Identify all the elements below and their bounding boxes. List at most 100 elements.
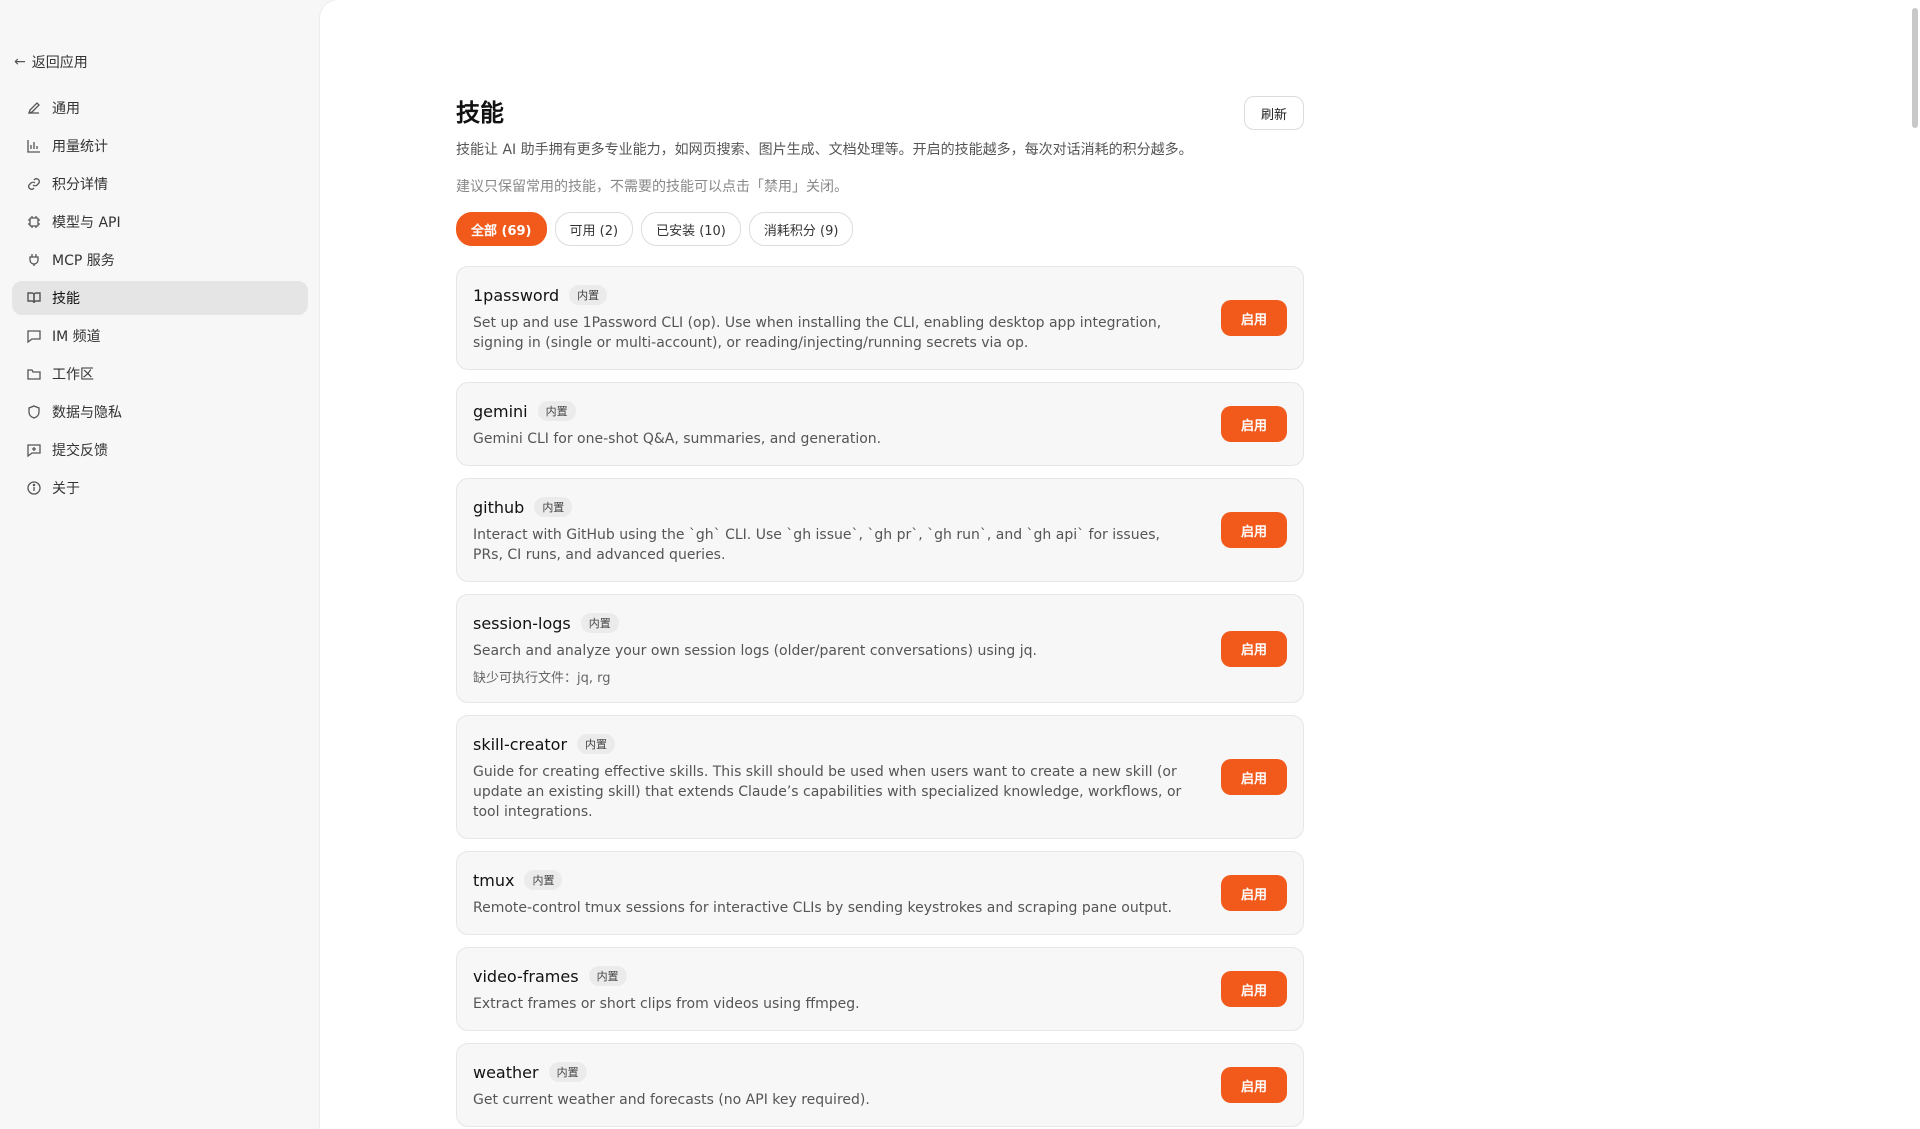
sidebar-item-label: MCP 服务	[52, 253, 115, 269]
sidebar-item-general[interactable]: 通用	[12, 91, 308, 125]
sidebar-item-feedback[interactable]: 提交反馈	[12, 433, 308, 467]
skill-name: session-logs	[473, 613, 571, 633]
skill-description: Extract frames or short clips from video…	[473, 996, 860, 1012]
skill-header: skill-creator 内置	[473, 734, 1193, 754]
sidebar-item-label: 积分详情	[52, 177, 108, 193]
skill-header: session-logs 内置	[473, 613, 1193, 633]
filter-installed[interactable]: 已安装 (10)	[641, 212, 741, 246]
skill-header: video-frames 内置	[473, 966, 1193, 986]
sidebar-item-usage[interactable]: 用量统计	[12, 129, 308, 163]
plug-icon	[26, 252, 42, 268]
missing-binaries-note: 缺少可执行文件：jq, rg	[473, 671, 611, 686]
skill-description: Remote-control tmux sessions for interac…	[473, 900, 1172, 916]
skill-description: Search and analyze your own session logs…	[473, 643, 1037, 659]
skill-header: gemini 内置	[473, 401, 1193, 421]
builtin-badge: 内置	[537, 401, 576, 421]
skill-header: github 内置	[473, 497, 1193, 517]
skill-name: weather	[473, 1062, 539, 1082]
skill-name: skill-creator	[473, 734, 568, 754]
sidebar-item-label: 模型与 API	[52, 215, 121, 231]
message-icon	[26, 328, 42, 344]
skill-card: video-frames 内置 Extract frames or short …	[456, 947, 1304, 1031]
page-header: 技能 刷新	[456, 96, 1304, 130]
feedback-icon	[26, 442, 42, 458]
sidebar-item-mcp[interactable]: MCP 服务	[12, 243, 308, 277]
bar-chart-icon	[26, 138, 42, 154]
sidebar-item-label: IM 频道	[52, 329, 101, 345]
sidebar-item-label: 提交反馈	[52, 443, 108, 459]
skill-card: session-logs 内置 Search and analyze your …	[456, 594, 1304, 703]
skills-panel: 技能 刷新 技能让 AI 助手拥有更多专业能力，如网页搜索、图片生成、文档处理等…	[320, 0, 1920, 1129]
skill-name: 1password	[473, 285, 560, 305]
builtin-badge: 内置	[588, 966, 627, 986]
enable-button[interactable]: 启用	[1220, 1067, 1287, 1103]
sidebar-item-about[interactable]: 关于	[12, 471, 308, 505]
info-icon	[26, 480, 42, 496]
skill-name: tmux	[473, 870, 515, 890]
skill-description: Interact with GitHub using the `gh` CLI.…	[473, 527, 1160, 563]
skill-description: Set up and use 1Password CLI (op). Use w…	[473, 315, 1162, 351]
builtin-badge: 内置	[534, 497, 573, 517]
shield-icon	[26, 404, 42, 420]
back-to-app-link[interactable]: ← 返回应用	[14, 52, 88, 72]
sidebar-item-skills[interactable]: 技能	[12, 281, 308, 315]
settings-nav: 通用 用量统计 积分详情 模型与 API MCP 服务 技能 IM 频道 工作区…	[12, 91, 308, 509]
skill-list: 1password 内置 Set up and use 1Password CL…	[456, 266, 1304, 1127]
skill-card: skill-creator 内置 Guide for creating effe…	[456, 715, 1304, 839]
sidebar-item-models-api[interactable]: 模型与 API	[12, 205, 308, 239]
sidebar-item-privacy[interactable]: 数据与隐私	[12, 395, 308, 429]
skill-header: tmux 内置	[473, 870, 1193, 890]
filter-tabs: 全部 (69) 可用 (2) 已安装 (10) 消耗积分 (9)	[456, 212, 1304, 246]
enable-button[interactable]: 启用	[1220, 300, 1287, 336]
enable-button[interactable]: 启用	[1220, 512, 1287, 548]
skill-card: gemini 内置 Gemini CLI for one-shot Q&A, s…	[456, 382, 1304, 466]
skills-content: 技能 刷新 技能让 AI 助手拥有更多专业能力，如网页搜索、图片生成、文档处理等…	[456, 96, 1304, 1127]
sidebar-item-im[interactable]: IM 频道	[12, 319, 308, 353]
skill-header: 1password 内置	[473, 285, 1193, 305]
sidebar-item-label: 技能	[52, 291, 80, 307]
enable-button[interactable]: 启用	[1220, 406, 1287, 442]
link-icon	[26, 176, 42, 192]
refresh-button[interactable]: 刷新	[1243, 96, 1304, 130]
folder-icon	[26, 366, 42, 382]
sidebar-item-label: 通用	[52, 101, 80, 117]
settings-window: ← 返回应用 通用 用量统计 积分详情 模型与 API MCP 服务 技能 IM…	[0, 0, 1920, 1129]
builtin-badge: 内置	[577, 734, 616, 754]
cpu-icon	[26, 214, 42, 230]
pencil-icon	[26, 100, 42, 116]
sidebar-item-label: 用量统计	[52, 139, 108, 155]
builtin-badge: 内置	[569, 285, 608, 305]
scrollbar-thumb[interactable]	[1912, 8, 1918, 128]
book-icon	[26, 290, 42, 306]
skill-name: video-frames	[473, 966, 579, 986]
skill-name: gemini	[473, 401, 528, 421]
arrow-left-icon: ←	[14, 54, 26, 70]
enable-button[interactable]: 启用	[1220, 759, 1287, 795]
filter-credit-cost[interactable]: 消耗积分 (9)	[748, 212, 854, 246]
filter-available[interactable]: 可用 (2)	[554, 212, 634, 246]
skill-name: github	[473, 497, 525, 517]
builtin-badge: 内置	[524, 870, 563, 890]
builtin-badge: 内置	[580, 613, 619, 633]
back-link-label: 返回应用	[31, 55, 88, 71]
sidebar-item-workspace[interactable]: 工作区	[12, 357, 308, 391]
enable-button[interactable]: 启用	[1220, 630, 1287, 667]
page-title: 技能	[456, 99, 504, 127]
skill-card: tmux 内置 Remote-control tmux sessions for…	[456, 851, 1304, 935]
sidebar-item-label: 关于	[52, 481, 80, 497]
skill-description: Gemini CLI for one-shot Q&A, summaries, …	[473, 431, 882, 447]
skill-card: weather 内置 Get current weather and forec…	[456, 1043, 1304, 1127]
enable-button[interactable]: 启用	[1220, 875, 1287, 911]
page-hint: 建议只保留常用的技能，不需要的技能可以点击「禁用」关闭。	[456, 179, 848, 195]
page-description: 技能让 AI 助手拥有更多专业能力，如网页搜索、图片生成、文档处理等。开启的技能…	[456, 142, 1193, 158]
filter-all[interactable]: 全部 (69)	[456, 212, 547, 246]
settings-sidebar: ← 返回应用 通用 用量统计 积分详情 模型与 API MCP 服务 技能 IM…	[0, 0, 320, 1129]
enable-button[interactable]: 启用	[1220, 971, 1287, 1007]
builtin-badge: 内置	[548, 1062, 587, 1082]
skill-description: Guide for creating effective skills. Thi…	[473, 764, 1182, 820]
skill-description: Get current weather and forecasts (no AP…	[473, 1092, 870, 1108]
skill-header: weather 内置	[473, 1062, 1193, 1082]
skill-card: 1password 内置 Set up and use 1Password CL…	[456, 266, 1304, 370]
skill-card: github 内置 Interact with GitHub using the…	[456, 478, 1304, 582]
sidebar-item-credits[interactable]: 积分详情	[12, 167, 308, 201]
